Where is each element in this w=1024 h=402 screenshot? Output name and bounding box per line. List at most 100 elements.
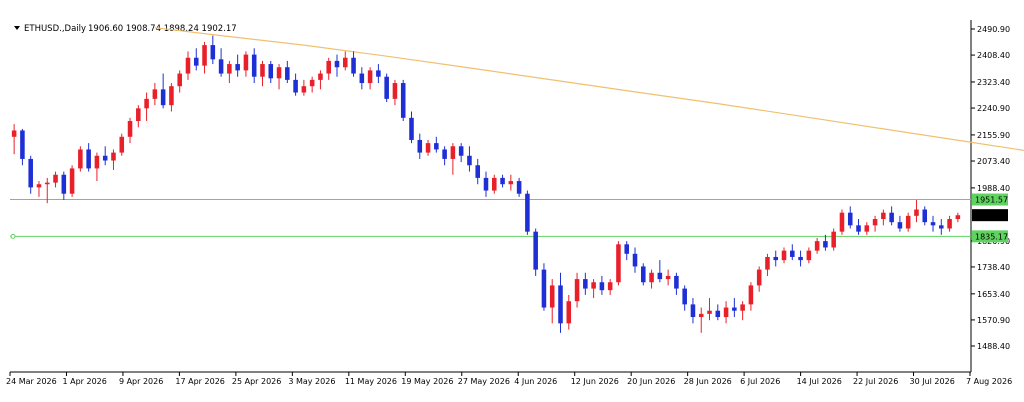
candle-body [707,310,712,314]
candle-body [541,269,547,308]
candle-body [492,177,497,191]
candle-body [28,158,33,188]
price-tick-label: 1988.40 [977,184,1010,193]
candle-body [301,86,307,93]
dropdown-triangle-icon[interactable] [14,26,20,30]
candle-body [425,143,431,153]
time-tick-label: 20 Jun 2026 [627,377,675,386]
candle-body [690,304,696,318]
candle-body [260,64,265,77]
price-tick-label: 2408.40 [977,51,1010,60]
candle-body [508,181,514,185]
time-tick-label: 14 Jul 2026 [797,377,842,386]
candle-body [210,45,216,60]
candle-body [450,146,456,159]
candle-body [442,149,447,159]
price-tick-label: 1570.90 [977,316,1010,325]
candle-body [475,165,480,178]
candle-body [111,152,116,161]
candle-body [11,130,17,137]
candle-body [698,313,704,318]
price-tick-label: 1653.40 [977,290,1010,299]
time-tick-label: 1 Apr 2026 [62,377,106,386]
time-tick-label: 7 Aug 2026 [966,377,1012,386]
candle-body [732,307,737,311]
candle-body [599,282,605,291]
candle-body [334,60,340,68]
candle-body [525,193,530,232]
candle-body [765,256,770,270]
time-tick-label: 6 Jul 2026 [740,377,780,386]
candle-body [94,155,100,169]
price-tick-label: 2155.90 [977,131,1010,140]
candle-body [235,64,240,71]
time-tick-label: 17 Apr 2026 [175,377,224,386]
candle-body [632,253,638,267]
candle-body [682,288,687,305]
candle-body [61,174,67,194]
candle-body [434,143,439,150]
time-tick-label: 3 May 2026 [288,377,335,386]
candle-body [914,209,919,216]
candle-body [674,275,679,289]
candle-body [351,57,356,74]
candle-body [202,45,207,66]
candle-body [326,60,331,74]
candle-body [740,304,745,311]
candle-body [268,64,274,79]
candle-body [152,89,158,99]
chart-area: ETHUSD.,Daily 1906.60 1908.74 1898.24 19… [0,0,1024,402]
candle-body [458,146,464,156]
candle-body [69,168,75,194]
candle-body [665,275,671,280]
candle-body [169,86,174,106]
time-axis-labels: 24 Mar 2026 1 Apr 2026 9 Apr 2026 17 Apr 20… [6,372,1012,386]
candle-body [127,120,133,137]
candle-body [905,215,911,229]
price-tick-label: 1738.40 [977,263,1010,272]
candle-body [616,244,621,283]
level-anchor-dot [10,233,16,239]
candle-body [227,64,232,74]
candle-body [930,222,936,226]
candle-body [251,54,257,77]
candle-body [897,222,903,229]
candle-body [649,272,654,283]
candle-body [318,73,323,80]
candle-body [657,272,663,280]
candle-body [856,225,861,232]
candles [11,35,961,333]
horizontal-levels [10,199,971,239]
symbol-label: ETHUSD.,Daily [24,24,86,34]
candle-body [400,83,406,118]
candle-body [748,285,754,305]
candlestick-chart: ETHUSD.,Daily 1906.60 1908.74 1898.24 19… [6,20,1024,386]
candle-body [285,67,290,80]
time-tick-label: 11 May 2026 [345,377,397,386]
price-tick-label: 2073.40 [977,157,1010,166]
candle-body [119,136,125,153]
candle-body [947,219,952,229]
current-price-label: 1902.17 [975,211,1008,220]
candle-body [409,117,414,140]
candle-body [624,244,630,254]
level-price-label: 1835.17 [975,232,1008,241]
candle-body [342,57,348,68]
candle-body [243,54,249,71]
candle-body [500,177,505,185]
candle-body [839,212,845,232]
price-axis-labels: 2490.90 2408.40 2323.40 2240.90 2155.90 2073.… [971,25,1010,351]
candle-body [939,225,944,229]
time-tick-label: 9 Apr 2026 [119,377,163,386]
candle-body [641,266,646,283]
candle-body [574,279,580,302]
candle-body [20,130,25,159]
candle-body [814,241,820,251]
time-tick-label: 4 Jun 2026 [514,377,557,386]
candle-body [144,98,149,109]
chart-header: ETHUSD.,Daily 1906.60 1908.74 1898.24 19… [14,24,237,34]
price-badges: 1951.57 1835.17 1902.17 [972,193,1008,243]
candle-body [218,59,224,74]
candle-body [583,279,588,289]
candle-body [773,256,779,261]
